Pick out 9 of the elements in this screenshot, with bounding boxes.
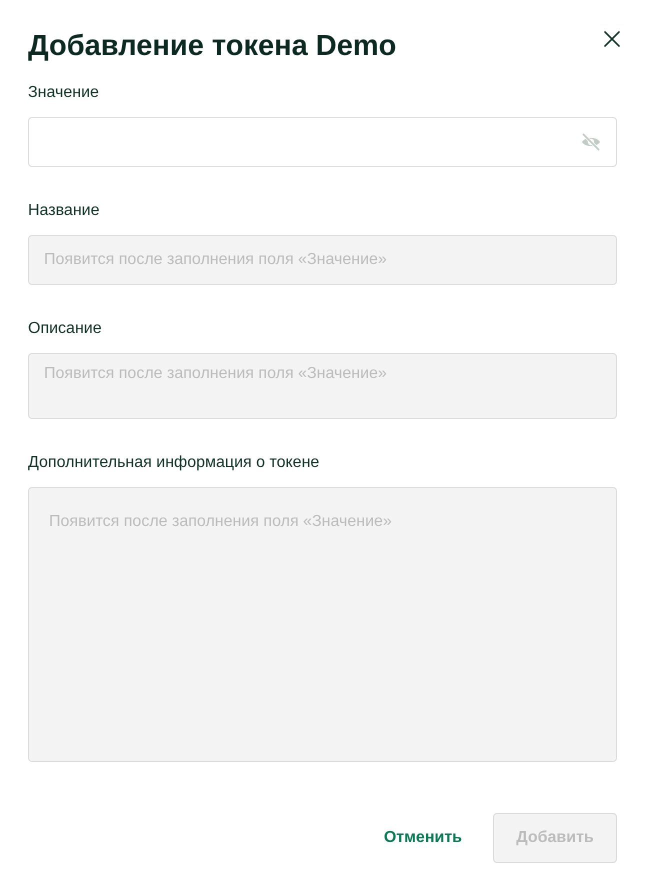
- field-label: Название: [28, 201, 100, 221]
- field-label: Дополнительная информация о токене: [28, 453, 320, 473]
- field-label: Значение: [28, 83, 99, 103]
- cancel-button[interactable]: Отменить: [368, 813, 478, 863]
- input-field[interactable]: [28, 117, 617, 167]
- crossed-eye-icon[interactable]: [581, 132, 601, 152]
- field-label: Описание: [28, 319, 102, 339]
- close-icon: [604, 31, 620, 47]
- dialog-title: Добавление токена Demo: [28, 29, 396, 64]
